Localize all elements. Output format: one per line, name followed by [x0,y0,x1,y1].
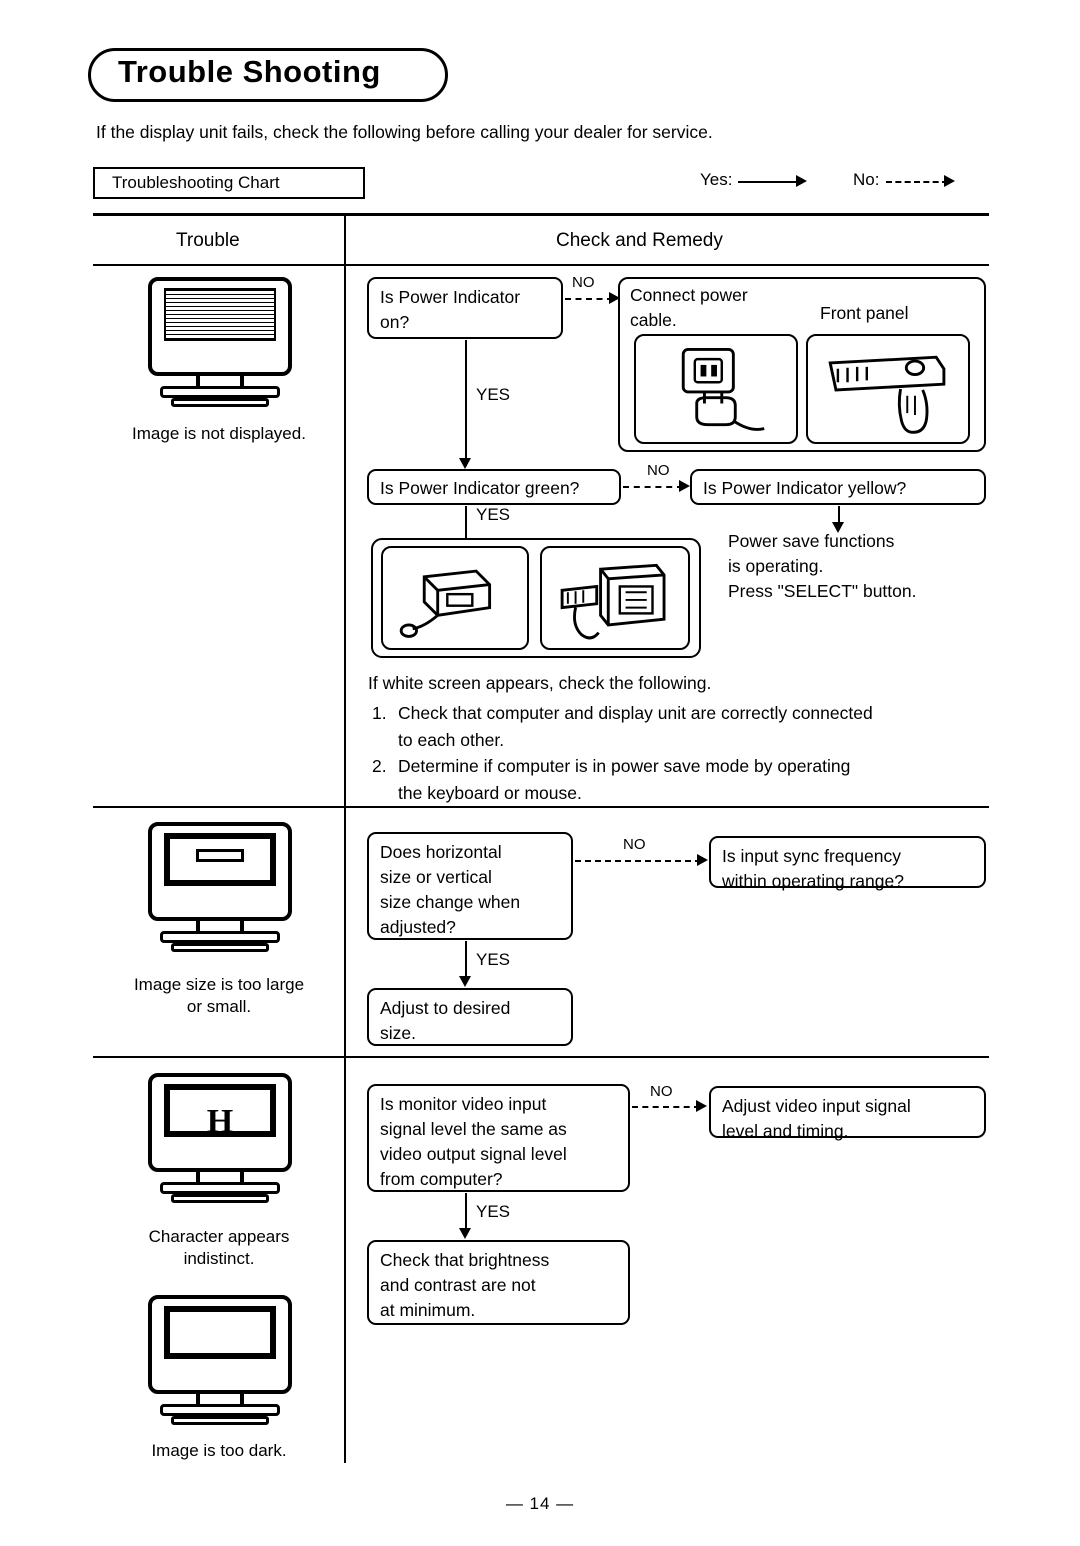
flow-no-label-3: NO [621,836,648,853]
power-save-note: Power save functions is operating. Press… [728,531,917,601]
monitor-size-icon [148,822,292,956]
flow-yes-label-3: YES [474,950,513,970]
flow-no-connector-3 [575,860,701,862]
monitor-base [159,1403,281,1416]
flow-no-label-4: NO [648,1083,675,1100]
flow-yes-label-4: YES [474,1202,513,1222]
flow-yes-arrow-1 [459,458,471,469]
monitor-case [148,822,292,922]
flow-no-connector-4 [632,1106,700,1108]
chart-label-text: Troubleshooting Chart [112,173,280,192]
monitor-dark-icon [148,1295,292,1429]
legend-yes-line [738,181,800,183]
monitor-screen-noise [164,288,276,342]
power-outlet-illustration [634,334,798,444]
flow-yes-label-2: YES [474,505,513,525]
front-panel-caption: Front panel [820,303,909,323]
monitor-rear-hand-icon [560,563,666,640]
table-header-rule [93,264,989,266]
character-h-glyph: H [206,1102,234,1140]
table-column-divider [344,213,346,1463]
flow-no-arrow-2 [679,480,690,492]
intro-text: If the display unit fails, check the fol… [96,122,713,142]
white-screen-note-2-number: 2. [372,756,387,776]
flow-yes-label-1: YES [474,385,513,405]
flow-no-connector-1 [565,298,613,300]
legend-yes-arrow-icon [796,175,807,187]
monitor-screen-inner-box [196,849,244,863]
monitor-base [159,1181,281,1194]
monitor-connection-illustration [540,546,690,650]
computer-cable-icon [399,569,492,638]
flow-answer-adjust-size: Adjust to desired size. [367,988,573,1046]
flow-question-video-signal-level: Is monitor video input signal level the … [367,1084,630,1192]
white-screen-note-2: Determine if computer is in power save m… [398,756,851,803]
flow-answer-power-indicator-yellow: Is Power Indicator yellow? [690,469,986,505]
flow-yes-connector-1 [465,340,467,466]
flow-answer-sync-frequency: Is input sync frequency within operating… [709,836,986,891]
legend-no-label: No: [853,170,880,189]
flow-yes-arrow-4 [459,1228,471,1239]
monitor-case: H [148,1073,292,1173]
monitor-blank-icon [148,277,292,411]
flow-question-power-indicator-on: Is Power Indicator on? [367,277,563,339]
monitor-base-foot [171,942,269,952]
page-title: Trouble Shooting [118,54,381,89]
row-caption-1: Image is not displayed. [132,424,306,443]
flow-answer-connect-power-text: Connect power cable. [630,285,748,330]
legend-no-arrow-icon [944,175,955,187]
flow-no-arrow-4 [696,1100,707,1112]
row-caption-3: Character appears indistinct. [148,1227,290,1268]
monitor-base-foot [171,1415,269,1425]
flow-yes-arrow-3 [459,976,471,987]
power-plug-icon [681,348,765,431]
row-caption-4: Image is too dark. [151,1441,287,1460]
flow-answer-check-brightness: Check that brightness and contrast are n… [367,1240,630,1325]
monitor-screen: H [164,1084,276,1140]
row-caption-2: Image size is too large or small. [133,975,305,1016]
front-panel-hand-icon [828,355,946,434]
white-screen-note-lead: If white screen appears, check the follo… [368,673,712,693]
cable-connection-illustration [381,546,529,650]
monitor-base-foot [171,1193,269,1203]
flow-question-power-indicator-green: Is Power Indicator green? [367,469,621,505]
flow-answer-adjust-video-signal: Adjust video input signal level and timi… [709,1086,986,1141]
flow-no-connector-2 [623,486,683,488]
legend-yes-label: Yes: [700,170,733,189]
flow-no-label-1: NO [570,274,597,291]
flow-no-arrow-3 [697,854,708,866]
monitor-base-foot [171,397,269,407]
white-screen-note-1: Check that computer and display unit are… [398,703,873,750]
monitor-case [148,1295,292,1395]
monitor-base [159,930,281,943]
table-row-divider-2 [93,1056,989,1058]
front-panel-illustration [806,334,970,444]
page-number: — 14 — [505,1494,575,1513]
monitor-case [148,277,292,377]
white-screen-note-1-number: 1. [372,703,387,723]
flow-no-label-2: NO [645,462,672,479]
troubleshooting-page: Trouble Shooting If the display unit fai… [0,0,1080,1546]
monitor-character-icon: H [148,1073,292,1207]
monitor-screen [164,833,276,887]
monitor-screen [164,1306,276,1360]
legend-no-line [886,181,948,183]
flow-question-size-change: Does horizontal size or vertical size ch… [367,832,573,940]
table-header-trouble: Trouble [176,230,240,251]
monitor-base [159,385,281,398]
table-header-check-remedy: Check and Remedy [556,230,723,251]
